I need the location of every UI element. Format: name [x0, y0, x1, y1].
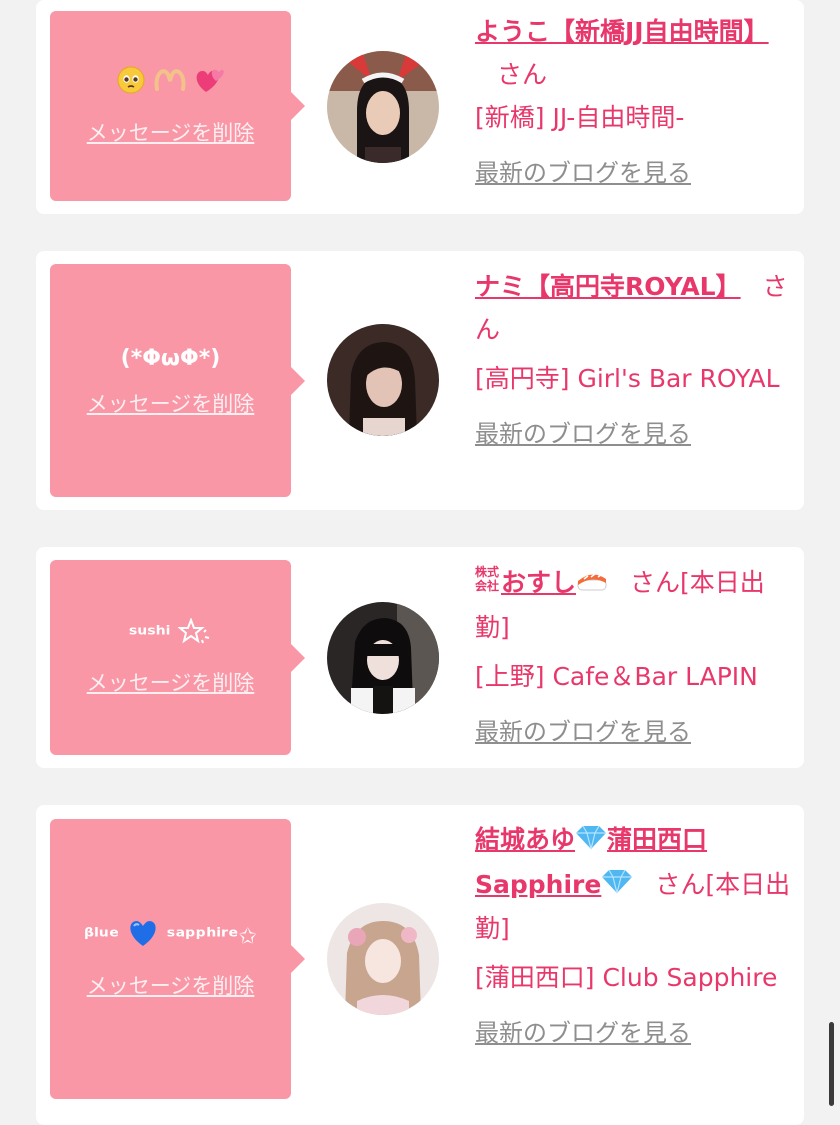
delete-message-link[interactable]: メッセージを削除 — [87, 117, 255, 147]
message-bubble: メッセージを削除 — [50, 11, 305, 201]
name-line: ようこ【新橋JJ自由時間】さん — [475, 10, 795, 96]
avatar[interactable] — [327, 903, 439, 1015]
svg-text:株式: 株式 — [475, 564, 499, 579]
sender-info: 結城あゆ 蒲田西口Sapphire さん[本日出勤] [蒲田西口] Club Sap… — [475, 818, 795, 1048]
message-bubble: (*ΦωΦ*) メッセージを削除 — [50, 264, 305, 497]
shop-name: [高円寺] Girl's Bar ROYAL — [475, 364, 780, 393]
avatar[interactable] — [327, 324, 439, 436]
latest-blog-link[interactable]: 最新のブログを見る — [475, 153, 795, 188]
message-text: ˢᵘˢʰⁱ — [128, 617, 212, 653]
latest-blog-link[interactable]: 最新のブログを見る — [475, 414, 795, 449]
message-card: (*ΦωΦ*) メッセージを削除 ナミ【高円寺ROYAL】 さん [高円寺] Gi… — [36, 251, 804, 510]
delete-message-link[interactable]: メッセージを削除 — [87, 970, 255, 1000]
heart-hands-icon — [153, 67, 187, 102]
scrollbar[interactable] — [829, 1022, 834, 1106]
sender-name-link[interactable]: ナミ【高円寺ROYAL】 — [475, 272, 741, 301]
gem-icon — [575, 820, 607, 863]
blue-heart-icon — [127, 919, 159, 956]
shop-name: [新橋] JJ-自由時間- — [475, 103, 685, 132]
sender-info: ようこ【新橋JJ自由時間】さん [新橋] JJ-自由時間- 最新のブログを見る — [475, 10, 795, 188]
pleading-face-icon — [117, 66, 145, 103]
message-card: メッセージを削除 ようこ【新橋JJ自由時間】さん [新橋] JJ-自由時間- 最… — [36, 0, 804, 214]
sender-info: ナミ【高円寺ROYAL】 さん [高円寺] Girl's Bar ROYAL 最新… — [475, 265, 795, 449]
sender-name-text: 結城あゆ — [475, 825, 576, 854]
name-line: ナミ【高円寺ROYAL】 さん — [475, 265, 795, 351]
message-text: ᵝˡᵘᵉ ˢᵃᵖᵖʰⁱʳᵉ✩ — [84, 919, 257, 956]
message-card: ᵝˡᵘᵉ ˢᵃᵖᵖʰⁱʳᵉ✩ メッセージを削除 結城あゆ 蒲田西口Sapphire… — [36, 805, 804, 1125]
svg-text:会社: 会社 — [475, 578, 499, 593]
avatar[interactable] — [327, 602, 439, 714]
latest-blog-link[interactable]: 最新のブログを見る — [475, 1013, 795, 1048]
message-text-part: ᵝˡᵘᵉ — [84, 924, 120, 949]
name-line: 株式 会社 おすし さん[本日出勤] — [475, 561, 795, 649]
message-bubble: ˢᵘˢʰⁱ メッセージを削除 — [50, 560, 305, 755]
delete-message-link[interactable]: メッセージを削除 — [87, 667, 255, 697]
sender-info: 株式 会社 おすし さん[本日出勤] [上野] Cafe＆Bar LAPIN 最新のブ… — [475, 561, 795, 747]
message-bubble: ᵝˡᵘᵉ ˢᵃᵖᵖʰⁱʳᵉ✩ メッセージを削除 — [50, 819, 305, 1099]
sender-name-link[interactable]: 株式 会社 おすし — [475, 564, 608, 597]
sender-name-link[interactable]: ようこ【新橋JJ自由時間】 — [475, 17, 769, 46]
honorific: さん — [497, 60, 548, 89]
kabushiki-gaisha-icon: 株式 会社 — [475, 563, 501, 606]
message-text-part: ˢᵘˢʰⁱ — [128, 622, 171, 648]
shop-name: [上野] Cafe＆Bar LAPIN — [475, 661, 758, 691]
message-text — [117, 66, 224, 103]
sushi-icon — [576, 563, 608, 606]
two-hearts-icon — [194, 66, 224, 103]
shop-name: [蒲田西口] Club Sapphire — [475, 963, 778, 992]
sender-name-text: おすし — [501, 568, 577, 597]
message-text-part: ˢᵃᵖᵖʰⁱʳᵉ✩ — [166, 924, 257, 949]
gem-icon — [601, 864, 633, 907]
delete-message-link[interactable]: メッセージを削除 — [87, 388, 255, 418]
avatar[interactable] — [327, 51, 439, 163]
sparkle-star-icon — [177, 617, 212, 653]
message-card: ˢᵘˢʰⁱ メッセージを削除 株式 会社 おすし さん[本日出勤] [上野] Cafe… — [36, 547, 804, 768]
latest-blog-link[interactable]: 最新のブログを見る — [475, 712, 795, 747]
message-text: (*ΦωΦ*) — [120, 345, 221, 371]
name-line: 結城あゆ 蒲田西口Sapphire さん[本日出勤] — [475, 818, 795, 950]
